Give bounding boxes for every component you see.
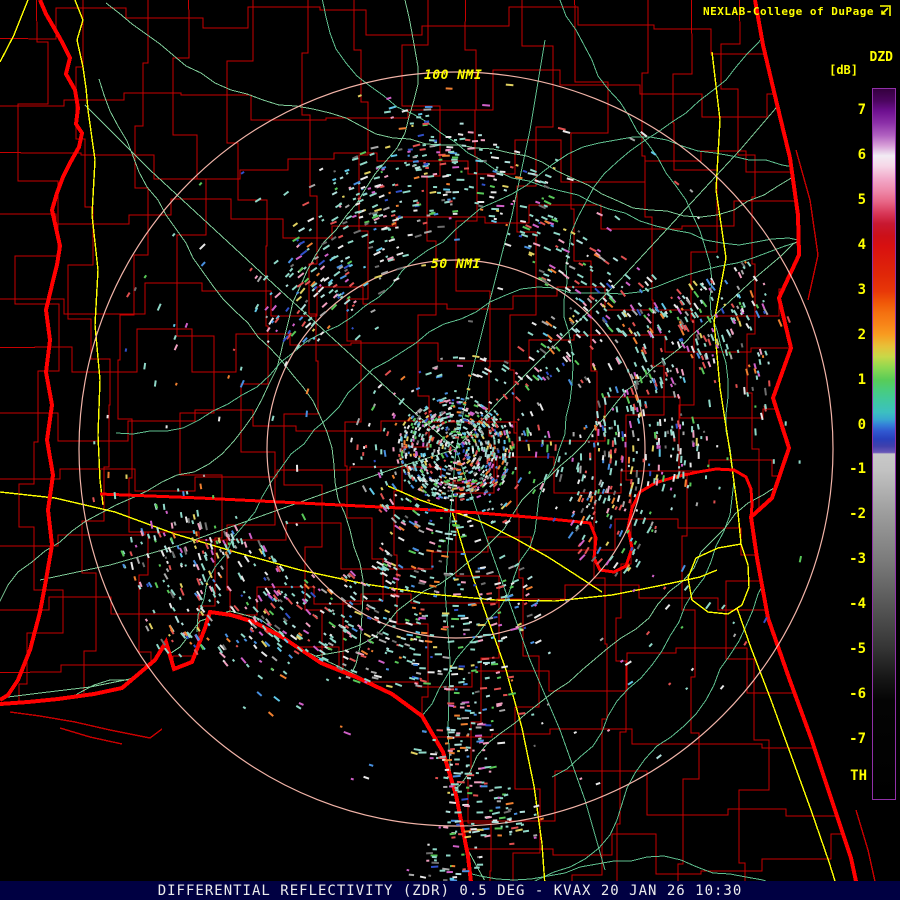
brand-text: NEXLAB-College of DuPage: [703, 4, 874, 18]
colorbar-tick-label: 2: [857, 326, 866, 343]
units-label: [dB]: [829, 63, 858, 77]
status-bar: DIFFERENTIAL REFLECTIVITY (ZDR) 0.5 DEG …: [0, 881, 900, 900]
colorbar-tick-label: 6: [857, 147, 866, 164]
radar-map[interactable]: [0, 0, 900, 900]
expand-icon[interactable]: [878, 4, 892, 18]
colorbar-tick-label: -7: [849, 730, 866, 747]
radar-display: NEXLAB-College of DuPage DZD [dB] 7 6 5 4 3 2…: [0, 0, 900, 900]
colorbar-tick-label: 0: [857, 416, 866, 433]
colorbar-tick-label: 7: [857, 102, 866, 119]
product-code: DZD: [869, 50, 893, 65]
colorbar-tick-label: 4: [857, 236, 866, 253]
colorbar-tick-label: -3: [849, 551, 866, 568]
colorbar-tick-label: -4: [849, 596, 866, 613]
colorbar-tick-label: -2: [849, 506, 866, 523]
colorbar-tick-label: -1: [849, 461, 866, 478]
status-bar-text: DIFFERENTIAL REFLECTIVITY (ZDR) 0.5 DEG …: [157, 882, 743, 899]
colorbar-tick-label: -6: [849, 685, 866, 702]
colorbar-threshold-label: TH: [850, 768, 867, 784]
range-ring-label-100: 100 NMI: [424, 68, 483, 83]
colorbar-tick-label: -5: [849, 641, 866, 657]
colorbar-gradient: [873, 89, 895, 799]
radar-echoes: [92, 83, 803, 896]
colorbar-tick-label: 5: [857, 192, 866, 208]
range-ring-label-50: 50 NMI: [431, 257, 481, 272]
colorbar: [872, 88, 896, 800]
colorbar-tick-label: 1: [857, 371, 866, 388]
colorbar-tick-label: 3: [857, 281, 866, 298]
